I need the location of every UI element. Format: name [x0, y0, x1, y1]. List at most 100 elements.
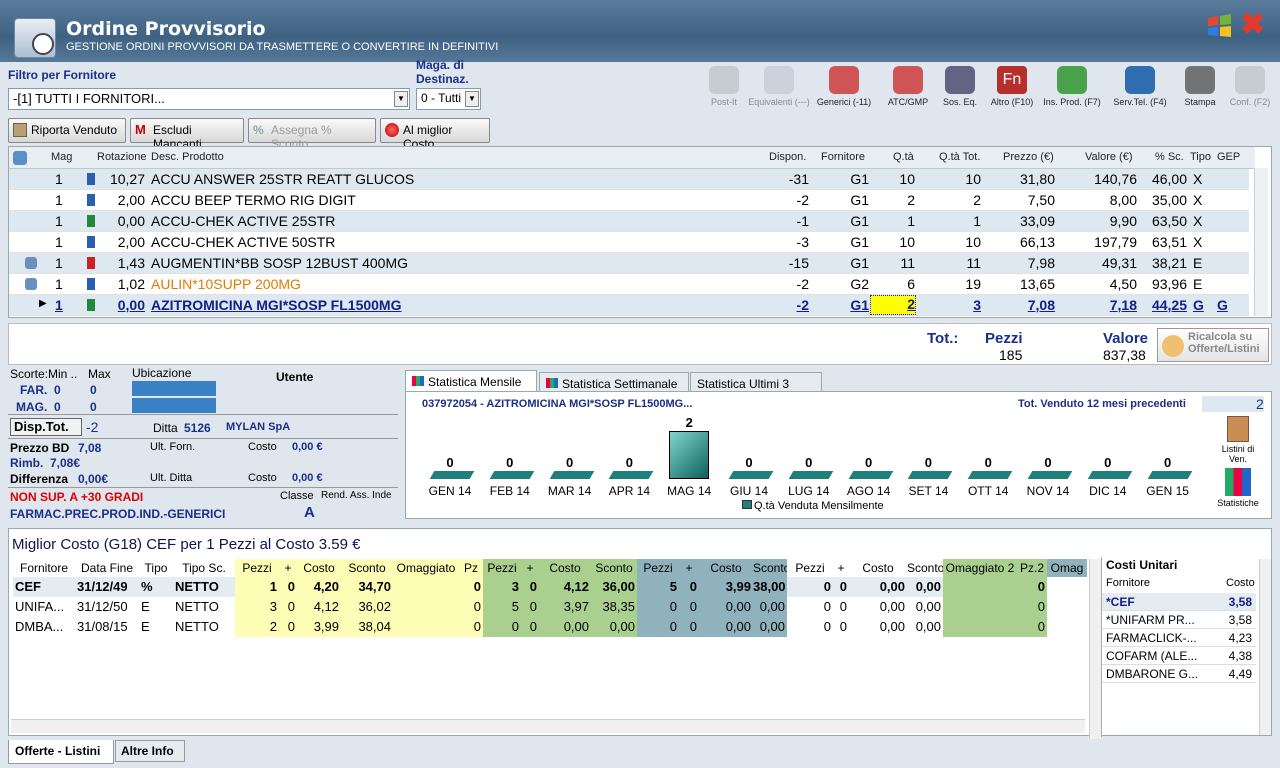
ubicazione-far-field[interactable]: [132, 381, 216, 396]
unit-cost-row[interactable]: COFARM (ALE... 4,38: [1102, 647, 1256, 665]
riporta-venduto-button[interactable]: Riporta Venduto: [8, 118, 126, 143]
statistiche-button[interactable]: Statistiche: [1212, 468, 1264, 514]
col-prezzo[interactable]: Prezzo (€): [1003, 151, 1054, 163]
unit-cost-row[interactable]: *UNIFARM PR... 3,58: [1102, 611, 1256, 629]
offers-col-header[interactable]: +: [279, 559, 297, 577]
col-gep[interactable]: GEP: [1217, 151, 1240, 163]
chart-bar-8[interactable]: [908, 471, 953, 479]
disp-tot-button[interactable]: Disp.Tot.: [10, 418, 82, 436]
ubicazione-mag-field[interactable]: [132, 398, 216, 413]
chart-bar-1[interactable]: [489, 471, 535, 479]
equivalents-button[interactable]: Equivalenti (---): [747, 66, 811, 112]
offers-col-header[interactable]: +: [521, 559, 539, 577]
col-desc[interactable]: Desc. Prodotto: [151, 151, 224, 163]
offers-col-header[interactable]: Sconto: [341, 559, 393, 577]
offers-col-header[interactable]: Omag: [1047, 559, 1087, 577]
chart-bar-5[interactable]: [728, 471, 774, 479]
col-mag[interactable]: Mag: [51, 151, 72, 163]
cell-qta[interactable]: 11: [871, 255, 915, 271]
chart-bar-4[interactable]: [669, 431, 710, 479]
table-row[interactable]: 1 2,00 ACCU BEEP TERMO RIG DIGIT -2 G1 2 2 7,50…: [9, 190, 1249, 211]
cell-qta[interactable]: 2: [871, 192, 915, 208]
chart-bar-6[interactable]: [788, 471, 834, 479]
chevron-down-icon[interactable]: ▼: [465, 91, 479, 107]
offers-cell[interactable]: UNIFA...: [13, 597, 75, 617]
offers-col-header[interactable]: +: [679, 559, 699, 577]
chart-bar-9[interactable]: [967, 471, 1013, 479]
cell-qta[interactable]: 1: [871, 213, 915, 229]
unit-cost-row[interactable]: FARMACLICK-... 4,23: [1102, 629, 1256, 647]
generics-button[interactable]: Generici (-11): [812, 66, 876, 112]
chart-bar-11[interactable]: [1087, 471, 1133, 479]
col-qta-tot[interactable]: Q.tà Tot.: [939, 151, 980, 163]
chart-bar-2[interactable]: [549, 471, 594, 479]
fn-button[interactable]: Fn Altro (F10): [980, 66, 1044, 112]
table-row[interactable]: 1 1,02 AULIN*10SUPP 200MG -2 G2 6 19 13,65 4,50 9…: [9, 274, 1249, 295]
offers-col-header[interactable]: Pz.2: [1017, 559, 1047, 577]
chart-bar-0[interactable]: [429, 471, 475, 479]
assegna-sconto-button[interactable]: % Assegna % Sconto: [248, 118, 376, 151]
table-row[interactable]: ▶ 1 0,00 AZITROMICINA MGI*SOSP FL1500MG -2 G1…: [9, 295, 1249, 316]
offers-col-header[interactable]: Pezzi: [637, 559, 679, 577]
cell-qta[interactable]: 10: [871, 234, 915, 250]
cell-qta[interactable]: 6: [871, 276, 915, 292]
offers-col-header[interactable]: Data Fine: [75, 559, 139, 577]
listini-button[interactable]: Listini di Ven.: [1212, 416, 1264, 464]
offers-col-header[interactable]: Tipo: [139, 559, 173, 577]
unit-costs-scrollbar[interactable]: [1259, 559, 1271, 735]
offers-col-header[interactable]: Sconto: [753, 559, 787, 577]
network-button[interactable]: Serv.Tel. (F4): [1108, 66, 1172, 112]
offers-col-header[interactable]: Costo: [297, 559, 341, 577]
offers-col-header[interactable]: Pz: [459, 559, 483, 577]
unit-cost-row[interactable]: *CEF 3,58: [1102, 593, 1256, 611]
cell-qta[interactable]: 2: [870, 295, 916, 315]
col-rotazione[interactable]: Rotazione: [97, 151, 147, 163]
table-row[interactable]: 1 2,00 ACCU-CHEK ACTIVE 50STR -3 G1 10 10 66,13…: [9, 232, 1249, 253]
fornitore-filter-select[interactable]: -[1] TUTTI I FORNITORI... ▼: [8, 88, 410, 110]
miglior-costo-button[interactable]: Al miglior Costo: [380, 118, 490, 151]
offers-col-header[interactable]: Costo: [849, 559, 907, 577]
unit-cost-row[interactable]: DMBARONE G... 4,49: [1102, 665, 1256, 683]
offers-col-header[interactable]: Omaggiato: [393, 559, 459, 577]
offers-cell[interactable]: CEF: [13, 577, 75, 597]
col-dispon[interactable]: Dispon.: [769, 151, 806, 163]
grid-scrollbar[interactable]: [1254, 168, 1268, 316]
offers-col-header[interactable]: Omaggiato 2: [943, 559, 1017, 577]
ricalcola-button[interactable]: Ricalcola su Offerte/Listini: [1157, 328, 1269, 362]
col-valore[interactable]: Valore (€): [1085, 151, 1132, 163]
offers-col-header[interactable]: +: [833, 559, 849, 577]
windows-logo-icon[interactable]: [1206, 14, 1232, 38]
offers-col-header[interactable]: Sconto: [907, 559, 943, 577]
col-tipo[interactable]: Tipo: [1190, 151, 1211, 163]
mag-dest-select[interactable]: 0 - Tutti ▼: [416, 88, 481, 110]
offers-col-header[interactable]: Costo: [539, 559, 591, 577]
tab-statistica-mensile[interactable]: Statistica Mensile: [405, 370, 537, 392]
offers-col-header[interactable]: Tipo Sc.: [173, 559, 235, 577]
table-row[interactable]: 1 1,43 AUGMENTIN*BB SOSP 12BUST 400MG -15 G1…: [9, 253, 1249, 274]
chart-bar-3[interactable]: [609, 471, 654, 479]
table-row[interactable]: 1 10,27 ACCU ANSWER 25STR REATT GLUCOS -31 G…: [9, 169, 1249, 190]
escludi-mancanti-button[interactable]: M Escludi Mancanti: [130, 118, 244, 151]
cell-qta[interactable]: 10: [871, 171, 915, 187]
col-qta[interactable]: Q.tà: [893, 151, 914, 163]
col-sc[interactable]: % Sc.: [1155, 151, 1184, 163]
offers-col-header[interactable]: Pezzi: [235, 559, 279, 577]
table-row[interactable]: 1 0,00 ACCU-CHEK ACTIVE 25STR -1 G1 1 1 33,09 9,…: [9, 211, 1249, 232]
offers-col-header[interactable]: Pezzi: [787, 559, 833, 577]
chart-bar-12[interactable]: [1147, 471, 1192, 479]
offers-col-header[interactable]: Pezzi: [483, 559, 521, 577]
chart-bar-7[interactable]: [848, 471, 893, 479]
offers-col-header[interactable]: Sconto: [591, 559, 637, 577]
close-icon[interactable]: ✖: [1240, 10, 1265, 40]
insert-product-button[interactable]: Ins. Prod. (F7): [1040, 66, 1104, 112]
offers-col-header[interactable]: Fornitore: [13, 559, 75, 577]
offers-vscroll[interactable]: [1089, 559, 1101, 739]
offers-cell[interactable]: DMBA...: [13, 617, 75, 637]
col-fornitore[interactable]: Fornitore: [821, 151, 865, 163]
chevron-down-icon[interactable]: ▼: [394, 91, 408, 107]
offers-col-header[interactable]: Costo: [699, 559, 753, 577]
confirm-button[interactable]: Conf. (F2): [1218, 66, 1280, 112]
chart-bar-10[interactable]: [1027, 471, 1073, 479]
tab-offerte-listini[interactable]: Offerte - Listini: [8, 740, 114, 764]
offers-hscroll[interactable]: [11, 719, 1085, 733]
